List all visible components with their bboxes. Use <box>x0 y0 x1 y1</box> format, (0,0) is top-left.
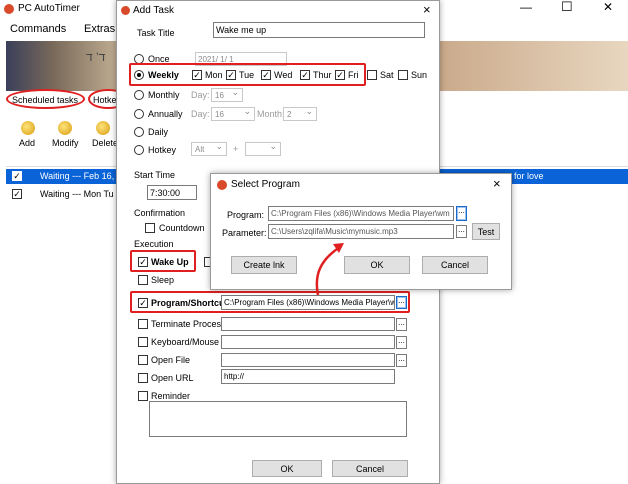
row-checkbox[interactable]: ✓ <box>12 171 22 181</box>
start-time-label: Start Time <box>134 170 176 180</box>
row-checkbox[interactable]: ✓ <box>12 189 22 199</box>
create-lnk-button[interactable]: Create lnk <box>231 256 297 274</box>
monthly-day-select[interactable]: 16 <box>211 87 243 102</box>
hotkey-modifier-select[interactable]: Alt <box>191 141 227 156</box>
terminate-process-label: Terminate Process <box>151 319 226 329</box>
open-url-input[interactable]: http:// <box>221 369 395 384</box>
hotkey-label: Hotkey <box>148 145 177 155</box>
app-title: PC AutoTimer <box>18 3 80 14</box>
modify-button-label[interactable]: Modify <box>52 138 79 148</box>
countdown-checkbox[interactable] <box>145 223 155 233</box>
open-file-label: Open File <box>151 355 191 365</box>
banner-text: ד’ ד <box>86 50 106 64</box>
daily-label: Daily <box>148 127 169 137</box>
menu-commands[interactable]: Commands <box>10 23 66 35</box>
keyboard-mouse-input[interactable] <box>221 335 395 349</box>
select-program-browse-button[interactable]: ... <box>456 206 467 221</box>
monthly-day-label: Day: <box>191 90 210 100</box>
select-program-dialog: Select Program × Program: C:\Program Fil… <box>210 173 512 290</box>
add-icon[interactable] <box>21 121 35 135</box>
sleep-checkbox[interactable] <box>138 275 148 285</box>
program-label: Program: <box>227 210 265 220</box>
open-file-input[interactable] <box>221 353 395 367</box>
add-task-cancel-button[interactable]: Cancel <box>332 460 408 477</box>
arrow-curve <box>315 245 341 296</box>
task-title-label: Task Title <box>137 28 175 38</box>
wake-up-highlight-box <box>130 250 196 272</box>
annually-month-select[interactable]: 2 <box>283 106 317 121</box>
open-file-checkbox[interactable] <box>138 355 148 365</box>
confirmation-label: Confirmation <box>134 208 186 218</box>
terminate-browse-button[interactable]: ... <box>396 318 407 331</box>
test-button[interactable]: Test <box>472 223 500 240</box>
row-text: Waiting --- Mon Tu <box>40 189 114 199</box>
day-label-sat: Sat <box>380 70 394 80</box>
annually-month-label: Month: <box>257 109 285 119</box>
menu-extras[interactable]: Extras <box>84 23 115 35</box>
annually-label: Annually <box>148 109 183 119</box>
select-program-cancel-button[interactable]: Cancel <box>422 256 488 274</box>
select-program-icon <box>217 180 227 190</box>
add-task-ok-button[interactable]: OK <box>252 460 322 477</box>
add-button-label[interactable]: Add <box>19 138 35 148</box>
task-title-input[interactable]: Wake me up <box>213 22 425 38</box>
parameter-input[interactable]: C:\Users\zqlifa\Music\mymusic.mp3 <box>268 224 454 239</box>
terminate-process-checkbox[interactable] <box>138 319 148 329</box>
close-button[interactable]: ✕ <box>603 0 613 14</box>
execution-label: Execution <box>134 239 174 249</box>
keyboard-mouse-label: Keyboard/Mouse <box>151 337 220 347</box>
hotkey-key-select[interactable] <box>245 141 281 156</box>
select-program-title: Select Program <box>231 179 300 190</box>
terminate-process-input[interactable] <box>221 317 395 331</box>
maximize-button[interactable]: ☐ <box>561 0 573 15</box>
row-text: Waiting --- Feb 16, <box>40 171 115 181</box>
keyboard-browse-button[interactable]: ... <box>396 336 407 349</box>
day-label-sun: Sun <box>411 70 428 80</box>
hotkey-radio[interactable] <box>134 145 144 155</box>
parameter-browse-button[interactable]: ... <box>456 225 467 238</box>
modify-icon[interactable] <box>58 121 72 135</box>
weekly-highlight-box <box>129 63 366 86</box>
annotation-arrow <box>315 243 344 296</box>
day-checkbox-sat[interactable] <box>367 70 377 80</box>
select-program-path-input[interactable]: C:\Program Files (x86)\Windows Media Pla… <box>268 206 454 221</box>
hotkey-plus: + <box>233 144 239 154</box>
countdown-label: Countdown <box>159 223 205 233</box>
keyboard-mouse-checkbox[interactable] <box>138 337 148 347</box>
annually-day-label: Day: <box>191 109 210 119</box>
select-program-close-button[interactable]: × <box>493 176 501 191</box>
app-logo-icon <box>4 4 14 14</box>
monthly-radio[interactable] <box>134 90 144 100</box>
row-text-tail: for love <box>514 171 544 181</box>
minimize-button[interactable]: — <box>520 0 532 14</box>
daily-radio[interactable] <box>134 127 144 137</box>
banner-image-right <box>437 41 628 91</box>
start-time-input[interactable]: 7:30:00 <box>147 185 197 200</box>
add-task-title: Add Task <box>133 5 174 16</box>
annually-radio[interactable] <box>134 109 144 119</box>
delete-icon[interactable] <box>96 121 110 135</box>
delete-button-label[interactable]: Delete <box>92 138 118 148</box>
reminder-label: Reminder <box>151 391 191 401</box>
program-shortcut-highlight-box <box>130 291 410 313</box>
add-task-close-button[interactable]: × <box>423 2 431 17</box>
sleep-label: Sleep <box>151 275 175 285</box>
reminder-textarea[interactable] <box>149 401 407 437</box>
monthly-label: Monthly <box>148 90 180 100</box>
reminder-checkbox[interactable] <box>138 391 148 401</box>
parameter-label: Parameter: <box>222 228 267 238</box>
open-file-browse-button[interactable]: ... <box>396 354 407 367</box>
scheduled-tasks-highlight <box>6 89 85 109</box>
day-checkbox-sun[interactable] <box>398 70 408 80</box>
banner-image <box>6 41 126 91</box>
annually-day-select[interactable]: 16 <box>211 106 255 121</box>
add-task-icon <box>121 6 130 15</box>
open-url-label: Open URL <box>151 373 194 383</box>
open-url-checkbox[interactable] <box>138 373 148 383</box>
